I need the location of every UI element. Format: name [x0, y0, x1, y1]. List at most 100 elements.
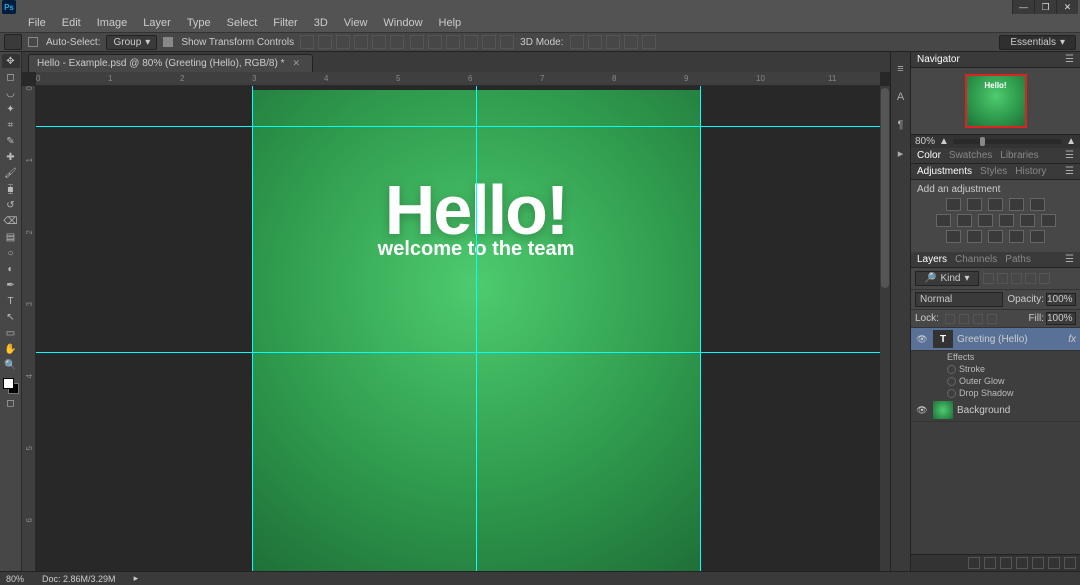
wand-tool-icon[interactable]: ✦ — [2, 102, 20, 116]
mode3d-icon[interactable] — [570, 35, 584, 49]
tab-layers[interactable]: Layers — [917, 254, 947, 265]
gradient-tool-icon[interactable]: ▤ — [2, 230, 20, 244]
document-tab[interactable]: Hello - Example.psd @ 80% (Greeting (Hel… — [28, 54, 313, 72]
marquee-tool-icon[interactable]: ◻ — [2, 70, 20, 84]
new-layer-icon[interactable] — [1048, 557, 1060, 569]
effect-item[interactable]: Drop Shadow — [911, 387, 1080, 399]
actions-panel-icon[interactable]: ▸ — [894, 146, 908, 160]
selective-color-adjustment-icon[interactable] — [1030, 230, 1045, 243]
character-panel-icon[interactable]: A — [894, 90, 908, 104]
align-icon[interactable] — [318, 35, 332, 49]
tab-libraries[interactable]: Libraries — [1000, 150, 1038, 161]
type-tool-icon[interactable]: T — [2, 294, 20, 308]
mode3d-icon[interactable] — [642, 35, 656, 49]
show-transform-checkbox[interactable] — [163, 37, 173, 47]
layer-thumbnail-type[interactable]: T — [933, 330, 953, 348]
history-brush-tool-icon[interactable]: ↺ — [2, 198, 20, 212]
posterize-adjustment-icon[interactable] — [967, 230, 982, 243]
new-adjustment-layer-icon[interactable] — [1016, 557, 1028, 569]
zoom-out-icon[interactable]: ▲ — [939, 136, 949, 147]
align-icon[interactable] — [336, 35, 350, 49]
path-tool-icon[interactable]: ↖ — [2, 310, 20, 324]
filter-adjustment-icon[interactable] — [997, 273, 1008, 284]
filter-smart-icon[interactable] — [1039, 273, 1050, 284]
pen-tool-icon[interactable]: ✒ — [2, 278, 20, 292]
menu-type[interactable]: Type — [179, 15, 219, 31]
tab-adjustments[interactable]: Adjustments — [917, 166, 972, 177]
panel-menu-icon[interactable]: ☰ — [1065, 254, 1074, 265]
mode3d-icon[interactable] — [588, 35, 602, 49]
vertical-scrollbar[interactable] — [880, 86, 890, 571]
crop-tool-icon[interactable]: ⌗ — [2, 118, 20, 132]
fill-input[interactable] — [1046, 312, 1076, 325]
panel-menu-icon[interactable]: ☰ — [1065, 54, 1074, 65]
distribute-icon[interactable] — [500, 35, 514, 49]
layer-item[interactable]: 👁 T Greeting (Hello) fx — [911, 328, 1080, 351]
horizontal-guide[interactable] — [36, 352, 880, 353]
effect-item[interactable]: Stroke — [911, 363, 1080, 375]
vibrance-adjustment-icon[interactable] — [1030, 198, 1045, 211]
menu-window[interactable]: Window — [375, 15, 430, 31]
layer-name[interactable]: Background — [957, 405, 1076, 416]
distribute-icon[interactable] — [446, 35, 460, 49]
fx-badge[interactable]: fx — [1068, 334, 1076, 345]
menu-filter[interactable]: Filter — [265, 15, 305, 31]
menu-3d[interactable]: 3D — [306, 15, 336, 31]
layer-item[interactable]: 👁 Background — [911, 399, 1080, 422]
tab-navigator[interactable]: Navigator — [917, 54, 960, 65]
zoom-in-icon[interactable]: ▲ — [1066, 136, 1076, 147]
mode3d-icon[interactable] — [606, 35, 620, 49]
blur-tool-icon[interactable]: ○ — [2, 246, 20, 260]
curves-adjustment-icon[interactable] — [988, 198, 1003, 211]
zoom-tool-icon[interactable]: 🔍 — [2, 358, 20, 372]
visibility-toggle-icon[interactable]: 👁 — [915, 405, 929, 416]
filter-pixel-icon[interactable] — [983, 273, 994, 284]
mode3d-icon[interactable] — [624, 35, 638, 49]
color-balance-adjustment-icon[interactable] — [957, 214, 972, 227]
layer-style-icon[interactable] — [984, 557, 996, 569]
horizontal-ruler[interactable]: 0123456789101112 — [36, 72, 880, 86]
menu-layer[interactable]: Layer — [135, 15, 179, 31]
distribute-icon[interactable] — [464, 35, 478, 49]
effect-toggle-icon[interactable] — [947, 389, 956, 398]
align-icon[interactable] — [300, 35, 314, 49]
vertical-guide[interactable] — [476, 86, 477, 571]
visibility-toggle-icon[interactable]: 👁 — [915, 334, 929, 345]
status-zoom[interactable]: 80% — [6, 574, 24, 584]
lasso-tool-icon[interactable]: ◡ — [2, 86, 20, 100]
scrollbar-thumb[interactable] — [881, 88, 889, 288]
healing-brush-tool-icon[interactable]: ✚ — [2, 150, 20, 164]
menu-file[interactable]: File — [20, 15, 54, 31]
distribute-icon[interactable] — [428, 35, 442, 49]
effect-toggle-icon[interactable] — [947, 377, 956, 386]
menu-help[interactable]: Help — [431, 15, 470, 31]
blend-mode-dropdown[interactable]: Normal — [915, 292, 1003, 307]
opacity-input[interactable] — [1046, 293, 1076, 306]
stamp-tool-icon[interactable]: ⧯ — [2, 182, 20, 196]
status-flyout-icon[interactable]: ▸ — [134, 573, 139, 584]
align-icon[interactable] — [372, 35, 386, 49]
active-tool-icon[interactable] — [4, 34, 22, 50]
layer-name[interactable]: Greeting (Hello) — [957, 334, 1068, 345]
distribute-icon[interactable] — [482, 35, 496, 49]
lock-pixels-icon[interactable] — [959, 314, 969, 324]
menu-image[interactable]: Image — [89, 15, 136, 31]
panel-menu-icon[interactable]: ☰ — [1065, 166, 1074, 177]
bw-adjustment-icon[interactable] — [978, 214, 993, 227]
lock-position-icon[interactable] — [973, 314, 983, 324]
maximize-button[interactable]: ❐ — [1034, 0, 1056, 14]
quickmask-icon[interactable]: ◻ — [2, 396, 20, 410]
layer-thumbnail-bg[interactable] — [933, 401, 953, 419]
filter-type-icon[interactable] — [1011, 273, 1022, 284]
paragraph-panel-icon[interactable]: ¶ — [894, 118, 908, 132]
vertical-guide[interactable] — [700, 86, 701, 571]
navigator-zoom-value[interactable]: 80% — [915, 136, 935, 147]
close-tab-icon[interactable]: ✕ — [292, 58, 300, 69]
canvas-viewport[interactable]: Hello! welcome to the team — [36, 86, 880, 571]
auto-select-target-dropdown[interactable]: Group▾ — [106, 35, 157, 50]
lock-transparent-icon[interactable] — [945, 314, 955, 324]
effect-toggle-icon[interactable] — [947, 365, 956, 374]
auto-select-checkbox[interactable] — [28, 37, 38, 47]
brightness-adjustment-icon[interactable] — [946, 198, 961, 211]
effect-item[interactable]: Effects — [911, 351, 1080, 363]
